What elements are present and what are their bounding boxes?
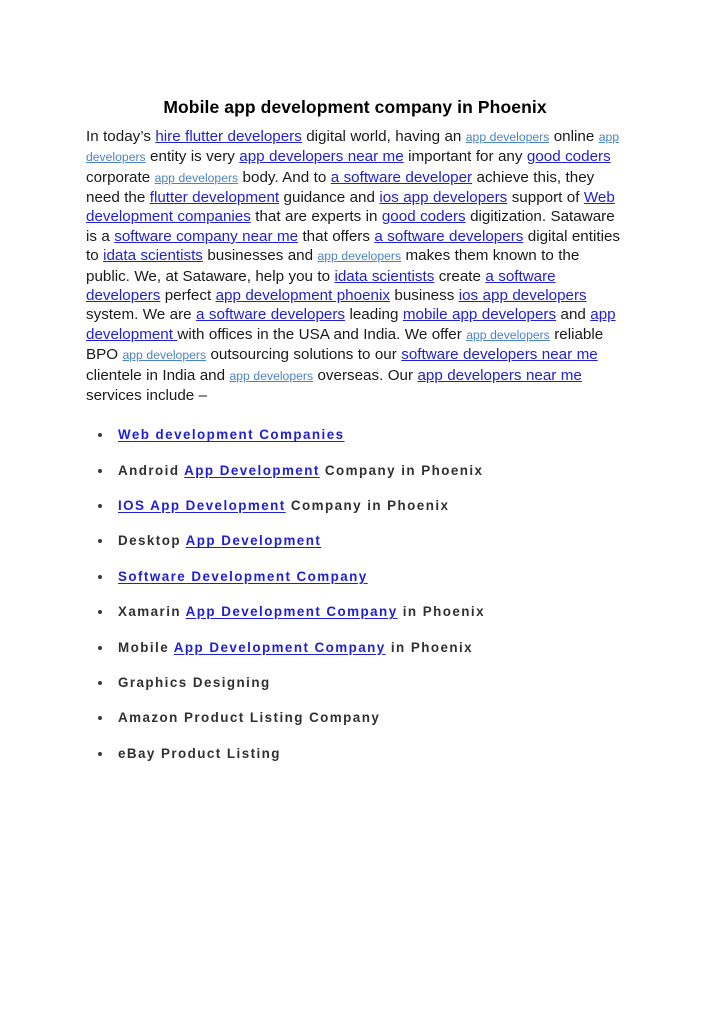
inline-link[interactable]: app development phoenix bbox=[216, 287, 390, 304]
inline-link[interactable]: app developers bbox=[123, 348, 207, 362]
list-item: Graphics Designing bbox=[86, 675, 624, 692]
list-item-label: in Phoenix bbox=[397, 604, 485, 620]
body-text-run: support of bbox=[507, 188, 584, 206]
list-item: Xamarin App Development Company in Phoen… bbox=[86, 604, 624, 621]
body-text-run: corporate bbox=[86, 168, 155, 186]
list-item-label: eBay Product Listing bbox=[118, 745, 281, 761]
list-item-label: Amazon Product Listing Company bbox=[118, 710, 381, 726]
bullet-dot-icon bbox=[98, 716, 102, 721]
bullet-dot-icon bbox=[98, 574, 102, 579]
list-item-label: Graphics Designing bbox=[118, 674, 271, 690]
document-page: Mobile app development company in Phoeni… bbox=[0, 0, 720, 1018]
inline-link[interactable]: app developers bbox=[466, 130, 550, 144]
inline-link[interactable]: idata scientists bbox=[103, 247, 203, 264]
bullet-dot-icon bbox=[98, 680, 102, 685]
list-item-link[interactable]: App Development Company bbox=[186, 604, 398, 619]
body-text-run: body. And to bbox=[238, 168, 331, 186]
body-text-run: leading bbox=[345, 306, 403, 324]
body-text-run: that offers bbox=[298, 227, 375, 245]
intro-paragraph: In today’s hire flutter developers digit… bbox=[86, 127, 624, 406]
body-text-run: clientele in India and bbox=[86, 366, 230, 384]
inline-link[interactable]: app developers bbox=[155, 171, 239, 185]
list-item-label: Android bbox=[118, 462, 185, 478]
inline-link[interactable]: a software developers bbox=[196, 306, 345, 323]
list-item: Amazon Product Listing Company bbox=[86, 710, 624, 727]
list-item-link[interactable]: App Development bbox=[186, 533, 322, 548]
inline-link[interactable]: hire flutter developers bbox=[155, 128, 301, 145]
bullet-dot-icon bbox=[98, 433, 102, 438]
inline-link[interactable]: app developers near me bbox=[417, 367, 581, 384]
document-content: Mobile app development company in Phoeni… bbox=[86, 96, 624, 781]
list-item: eBay Product Listing bbox=[86, 746, 624, 763]
inline-link[interactable]: a software developer bbox=[331, 169, 472, 186]
inline-link[interactable]: app developers bbox=[230, 369, 314, 383]
body-text-run: create bbox=[434, 267, 486, 285]
services-list: Web development Companies Android App Dev… bbox=[86, 427, 624, 762]
body-text-run: overseas. Our bbox=[313, 366, 418, 384]
inline-link[interactable]: software company near me bbox=[114, 228, 298, 245]
list-item: Android App Development Company in Phoen… bbox=[86, 463, 624, 480]
inline-link[interactable]: idata scientists bbox=[334, 268, 434, 285]
body-text-run: In today’s bbox=[86, 127, 156, 145]
list-item-label: Company in Phoenix bbox=[285, 498, 450, 514]
list-item: IOS App Development Company in Phoenix bbox=[86, 498, 624, 515]
body-text-run: that are experts in bbox=[250, 208, 382, 226]
list-item-label: in Phoenix bbox=[385, 639, 474, 655]
body-text-run: business bbox=[389, 287, 459, 304]
list-item-link[interactable]: App Development Company bbox=[174, 640, 386, 655]
inline-link[interactable]: ios app developers bbox=[379, 189, 507, 206]
bullet-dot-icon bbox=[98, 468, 102, 473]
list-item-label: Company in Phoenix bbox=[319, 462, 484, 478]
list-item-link[interactable]: Web development Companies bbox=[118, 427, 345, 442]
body-text-run: outsourcing solutions to our bbox=[206, 346, 402, 364]
inline-link[interactable]: mobile app developers bbox=[403, 306, 556, 323]
list-item: Software Development Company bbox=[86, 569, 624, 586]
bullet-dot-icon bbox=[98, 504, 102, 509]
inline-link[interactable]: app developers bbox=[466, 328, 550, 342]
bullet-dot-icon bbox=[98, 539, 102, 544]
body-text-run: with offices in the USA and India. We of… bbox=[177, 325, 467, 343]
bullet-dot-icon bbox=[98, 751, 102, 756]
inline-link[interactable]: software developers near me bbox=[401, 346, 597, 363]
body-text-run: guidance and bbox=[279, 188, 380, 206]
list-item: Desktop App Development bbox=[86, 533, 624, 550]
inline-link[interactable]: app developers near me bbox=[239, 148, 403, 165]
list-item-label: Desktop bbox=[118, 533, 186, 549]
bullet-dot-icon bbox=[98, 645, 102, 650]
body-text-run: and bbox=[556, 306, 591, 324]
list-item-label: Xamarin bbox=[118, 604, 186, 620]
inline-link[interactable]: good coders bbox=[527, 148, 611, 165]
body-text-run: important for any bbox=[403, 148, 527, 166]
inline-link[interactable]: ios app developers bbox=[459, 287, 587, 304]
list-item-label: Mobile bbox=[118, 639, 174, 655]
inline-link[interactable]: good coders bbox=[382, 208, 466, 225]
body-text-run: entity is very bbox=[145, 148, 240, 166]
page-title: Mobile app development company in Phoeni… bbox=[163, 97, 547, 117]
list-item: Mobile App Development Company in Phoeni… bbox=[86, 640, 624, 657]
body-text-run: digital world, having an bbox=[301, 127, 466, 145]
body-text-run: perfect bbox=[160, 287, 216, 304]
bullet-dot-icon bbox=[98, 610, 102, 615]
inline-link[interactable]: flutter development bbox=[150, 189, 279, 206]
inline-link[interactable]: a software developers bbox=[374, 228, 523, 245]
list-item: Web development Companies bbox=[86, 427, 624, 444]
list-item-link[interactable]: IOS App Development bbox=[118, 498, 286, 513]
list-item-link[interactable]: Software Development Company bbox=[118, 569, 368, 584]
inline-link[interactable]: app developers bbox=[318, 249, 402, 263]
body-text-run: system. We are bbox=[86, 306, 197, 324]
list-item-link[interactable]: App Development bbox=[184, 463, 320, 478]
body-text-run: online bbox=[549, 127, 599, 145]
body-text-run: businesses and bbox=[202, 247, 318, 265]
body-text-run: services include – bbox=[86, 387, 208, 405]
